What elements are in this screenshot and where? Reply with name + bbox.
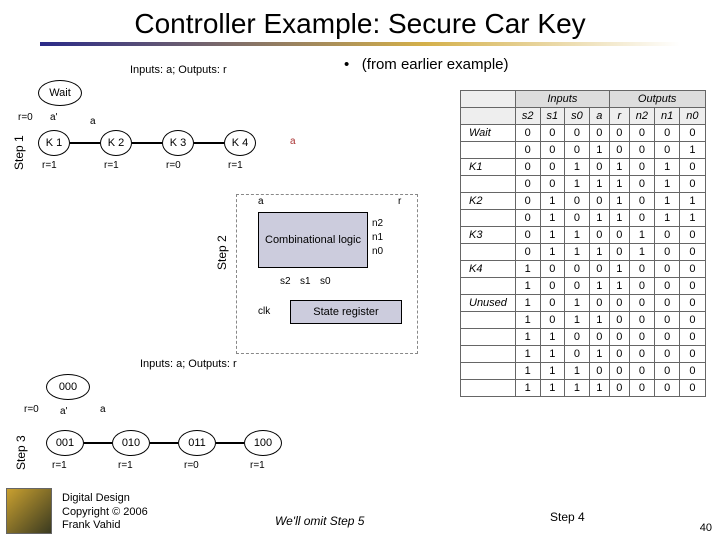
s001-out: r=1	[52, 460, 67, 471]
wait-self-1: a'	[50, 112, 57, 123]
controller-boundary	[236, 194, 418, 354]
footer-credits: Digital Design Copyright © 2006 Frank Va…	[62, 492, 148, 532]
step1-label: Step 1	[12, 135, 26, 170]
k3-out: r=0	[166, 160, 181, 171]
bullet: •	[344, 56, 349, 73]
step5-note: We'll omit Step 5	[275, 514, 364, 528]
s100-out: r=1	[250, 460, 265, 471]
wait-self-3: a'	[60, 406, 67, 417]
truth-table: InputsOutputss2s1s0arn2n1n0Wait000000000…	[460, 90, 706, 397]
page-number: 40	[700, 522, 712, 534]
wait-trans-3: a	[100, 404, 106, 415]
subtitle-text: (from earlier example)	[362, 56, 509, 73]
wait-trans-1: a	[90, 116, 96, 127]
arrow-001-010	[84, 442, 112, 444]
state-wait-1: Wait	[38, 80, 82, 106]
io-caption-3: Inputs: a; Outputs: r	[140, 358, 237, 370]
s011-out: r=0	[184, 460, 199, 471]
footer-l3: Frank Vahid	[62, 519, 148, 532]
s010-out: r=1	[118, 460, 133, 471]
arrow-k1-k2	[70, 142, 100, 144]
wait-out-3: r=0	[24, 404, 39, 415]
arrow-011-100	[216, 442, 244, 444]
slide-title: Controller Example: Secure Car Key	[0, 0, 720, 40]
state-k2: K 2	[100, 130, 132, 156]
state-k3: K 3	[162, 130, 194, 156]
step4-note: Step 4	[550, 510, 585, 524]
footer-l1: Digital Design	[62, 492, 148, 505]
state-k1: K 1	[38, 130, 70, 156]
step3-label: Step 3	[14, 435, 28, 470]
arrow-k3-k4	[194, 142, 224, 144]
state-wait-3: 000	[46, 374, 90, 400]
k1-out: r=1	[42, 160, 57, 171]
wait-out-1: r=0	[18, 112, 33, 123]
arrow-k2-k3	[132, 142, 162, 144]
state-k4: K 4	[224, 130, 256, 156]
title-underline	[40, 42, 680, 46]
logo-icon	[6, 488, 52, 534]
subtitle: • (from earlier example)	[344, 56, 509, 73]
state-011: 011	[178, 430, 216, 456]
arrow-010-011	[150, 442, 178, 444]
state-100: 100	[244, 430, 282, 456]
k4-out: r=1	[228, 160, 243, 171]
annotation-a: a	[290, 136, 296, 147]
state-001: 001	[46, 430, 84, 456]
k2-out: r=1	[104, 160, 119, 171]
state-010: 010	[112, 430, 150, 456]
step2-label: Step 2	[215, 235, 229, 270]
footer-l2: Copyright © 2006	[62, 506, 148, 519]
io-caption-1: Inputs: a; Outputs: r	[130, 64, 227, 76]
